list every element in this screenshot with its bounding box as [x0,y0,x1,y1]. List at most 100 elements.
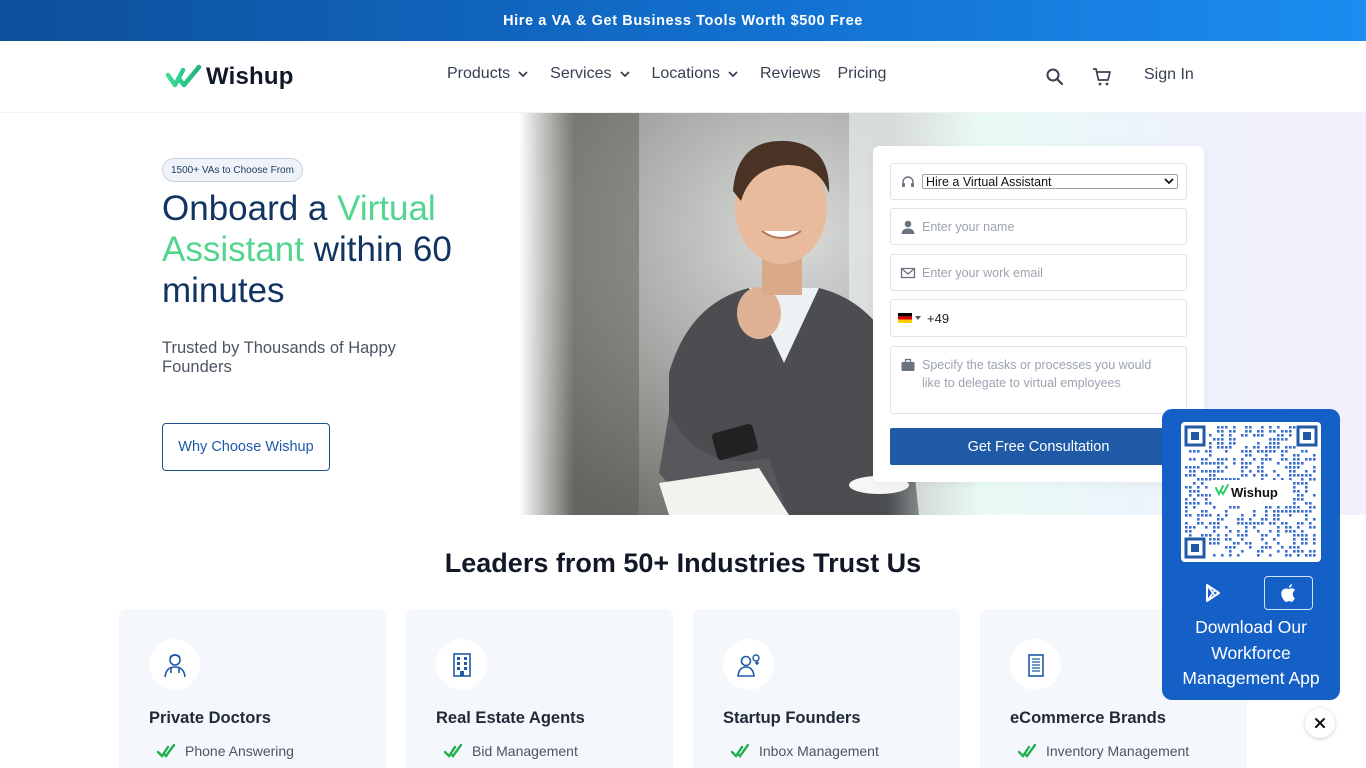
qr-module [1197,502,1200,505]
sign-in-link[interactable]: Sign In [1144,66,1194,84]
close-popup-button[interactable] [1305,708,1335,738]
nav-services[interactable]: Services [550,65,630,83]
qr-module [1273,518,1276,521]
qr-module [1285,450,1288,453]
qr-module [1221,426,1224,429]
main-nav: Products Services Locations Reviews Pric… [447,65,903,83]
qr-module [1229,506,1232,509]
site-header: Wishup Products Services Locations Revie… [0,41,1366,113]
qr-module [1217,466,1220,469]
qr-module [1229,554,1232,557]
logo[interactable]: Wishup [166,63,294,91]
qr-module [1225,426,1228,429]
name-field[interactable]: Enter your name [890,208,1187,245]
qr-module [1253,458,1256,461]
qr-module [1213,538,1216,541]
phone-field[interactable]: +49 [890,299,1187,337]
app-store-button[interactable] [1264,576,1313,610]
qr-module [1281,454,1284,457]
nav-locations[interactable]: Locations [652,65,739,83]
qr-module [1305,514,1308,517]
app-download-text: Download Our Workforce Management App [1182,617,1320,688]
qr-module [1269,426,1272,429]
qr-module [1249,522,1252,525]
qr-module [1185,498,1188,501]
qr-module [1209,474,1212,477]
qr-module [1301,478,1304,481]
qr-module [1241,550,1244,553]
qr-module [1293,550,1296,553]
qr-module [1197,490,1200,493]
why-choose-wishup-button[interactable]: Why Choose Wishup [162,423,330,471]
industry-card[interactable]: Private Doctors Phone Answering [119,609,386,768]
qr-module [1257,434,1260,437]
qr-module [1185,530,1188,533]
qr-module [1273,510,1276,513]
qr-module [1285,554,1288,557]
qr-module [1293,474,1296,477]
nav-pricing[interactable]: Pricing [837,65,886,83]
qr-module [1265,474,1268,477]
qr-module [1209,534,1212,537]
germany-flag-icon[interactable] [898,313,912,323]
qr-module [1221,446,1224,449]
qr-module [1277,526,1280,529]
qr-module [1241,518,1244,521]
qr-module [1257,550,1260,553]
service-select[interactable]: Hire a Virtual Assistant [922,174,1178,189]
tasks-field[interactable]: Specify the tasks or processes you would… [890,346,1187,414]
qr-module [1301,542,1304,545]
qr-module [1301,498,1304,501]
nav-reviews[interactable]: Reviews [760,65,820,83]
qr-logo-text: Wishup [1231,485,1278,500]
qr-module [1205,502,1208,505]
qr-module [1201,494,1204,497]
get-free-consultation-button[interactable]: Get Free Consultation [890,428,1187,465]
qr-module [1233,430,1236,433]
app-download-popup[interactable]: Wishup Download Our Workforce Management… [1162,409,1340,700]
qr-module [1201,478,1204,481]
google-play-button[interactable] [1188,576,1237,610]
qr-module [1185,514,1188,517]
cart-icon[interactable] [1092,67,1112,87]
promo-banner[interactable]: Hire a VA & Get Business Tools Worth $50… [0,0,1366,41]
qr-module [1305,510,1308,513]
qr-module [1225,446,1228,449]
industry-card[interactable]: Startup Founders Inbox Management [693,609,960,768]
qr-module [1301,538,1304,541]
qr-module [1277,446,1280,449]
qr-module [1313,454,1316,457]
qr-module [1281,458,1284,461]
qr-module [1293,530,1296,533]
qr-module [1209,538,1212,541]
qr-module [1293,486,1296,489]
qr-module [1209,454,1212,457]
qr-module [1297,510,1300,513]
qr-module [1305,450,1308,453]
qr-module [1205,494,1208,497]
email-field[interactable]: Enter your work email [890,254,1187,291]
qr-module [1273,514,1276,517]
qr-module [1261,550,1264,553]
search-icon[interactable] [1045,67,1065,87]
qr-module [1289,466,1292,469]
industry-card[interactable]: Real Estate Agents Bid Management [406,609,673,768]
qr-module [1285,466,1288,469]
qr-module [1201,522,1204,525]
chevron-down-icon [619,70,630,77]
qr-module [1313,458,1316,461]
qr-module [1229,430,1232,433]
qr-module [1189,530,1192,533]
qr-module [1189,470,1192,473]
qr-module [1229,438,1232,441]
qr-module [1197,478,1200,481]
qr-module [1289,526,1292,529]
qr-module [1269,430,1272,433]
qr-module [1201,534,1204,537]
qr-module [1313,542,1316,545]
service-select-field[interactable]: Hire a Virtual Assistant [890,163,1187,200]
nav-products[interactable]: Products [447,65,528,83]
qr-module [1297,534,1300,537]
industry-service-label: Inventory Management [1046,743,1190,759]
qr-module [1277,474,1280,477]
